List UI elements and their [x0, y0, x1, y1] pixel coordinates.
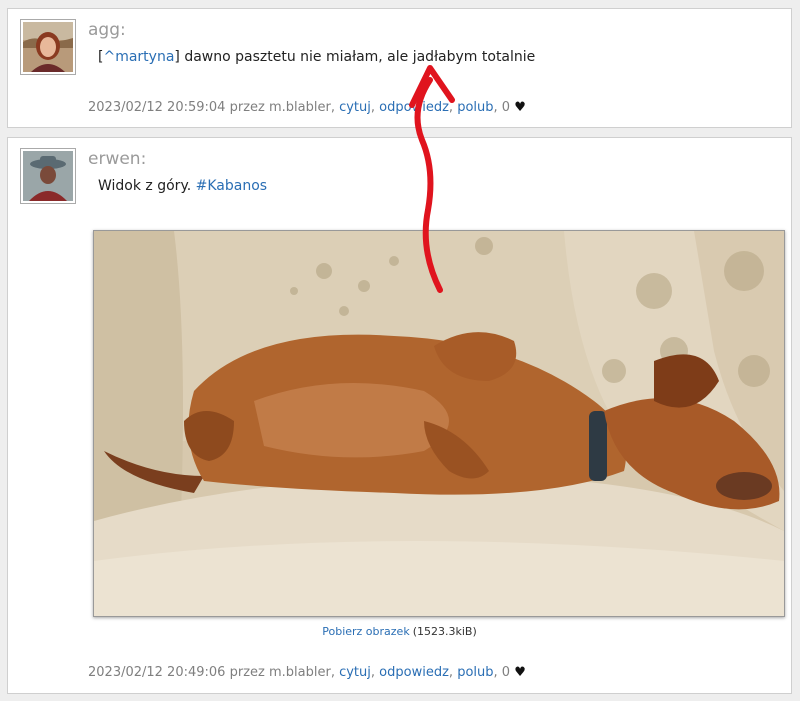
- heart-icon: ♥: [514, 665, 526, 680]
- timestamp: 2023/02/12 20:59:04: [88, 100, 226, 115]
- download-row: Pobierz obrazek (1523.3kiB): [8, 625, 791, 638]
- post-content: [^martyna] dawno pasztetu nie miałam, al…: [98, 49, 535, 65]
- avatar-erwen[interactable]: [20, 148, 76, 204]
- dog-photo: [94, 231, 784, 616]
- reply-link[interactable]: odpowiedz: [379, 665, 449, 680]
- like-link[interactable]: polub: [457, 100, 493, 115]
- post-agg: agg: [^martyna] dawno pasztetu nie miała…: [7, 8, 792, 128]
- post-meta: 2023/02/12 20:49:06 przez m.blabler, cyt…: [88, 665, 526, 680]
- hashtag-link[interactable]: #Kabanos: [196, 178, 267, 194]
- quote-link[interactable]: cytuj: [339, 100, 371, 115]
- post-text: Widok z góry.: [98, 178, 196, 194]
- post-image[interactable]: [93, 230, 785, 617]
- by-user: m.blabler,: [268, 100, 335, 115]
- post-author[interactable]: erwen:: [88, 149, 146, 169]
- timestamp: 2023/02/12 20:49:06: [88, 665, 226, 680]
- quote-link[interactable]: cytuj: [339, 665, 371, 680]
- heart-icon: ♥: [514, 100, 526, 115]
- by-prefix: przez: [229, 100, 265, 115]
- by-prefix: przez: [229, 665, 265, 680]
- likes-count: , 0: [493, 100, 511, 115]
- separator: ,: [370, 100, 376, 115]
- post-author[interactable]: agg:: [88, 20, 126, 40]
- mention-link[interactable]: ^martyna: [103, 49, 174, 65]
- post-content: Widok z góry. #Kabanos: [98, 178, 267, 194]
- reply-link[interactable]: odpowiedz: [379, 100, 449, 115]
- download-image-link[interactable]: Pobierz obrazek: [322, 625, 409, 638]
- likes-count: , 0: [493, 665, 511, 680]
- avatar-erwen-image: [23, 151, 73, 201]
- file-size: (1523.3kiB): [412, 625, 477, 638]
- post-erwen: erwen: Widok z góry. #Kabanos Pobierz ob…: [7, 137, 792, 694]
- post-meta: 2023/02/12 20:59:04 przez m.blabler, cyt…: [88, 100, 526, 115]
- separator: ,: [448, 100, 454, 115]
- like-link[interactable]: polub: [457, 665, 493, 680]
- separator: ,: [448, 665, 454, 680]
- separator: ,: [370, 665, 376, 680]
- by-user: m.blabler,: [268, 665, 335, 680]
- avatar-agg-image: [23, 22, 73, 72]
- post-text: dawno pasztetu nie miałam, ale jadłabym …: [179, 49, 536, 65]
- avatar-agg[interactable]: [20, 19, 76, 75]
